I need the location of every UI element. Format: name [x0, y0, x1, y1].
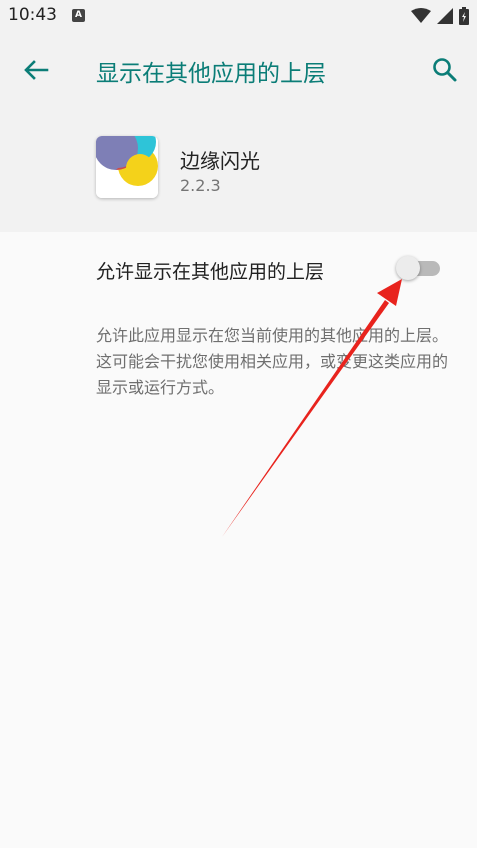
screen: 10:43 A 显示在其他应用的上层 边缘闪光 2.2.3 允许显示在其他应用的…: [0, 0, 477, 848]
allow-overlay-toggle[interactable]: [394, 256, 444, 281]
setting-description: 允许此应用显示在您当前使用的其他应用的上层。这可能会干扰您使用相关应用，或变更这…: [96, 326, 449, 397]
status-time: 10:43: [8, 5, 57, 25]
search-icon: [433, 58, 457, 82]
app-name: 边缘闪光: [180, 149, 260, 173]
app-version: 2.2.3: [180, 176, 221, 195]
page-title: 显示在其他应用的上层: [96, 61, 326, 87]
app-info-header: 边缘闪光 2.2.3: [0, 108, 477, 232]
signal-icon: [437, 8, 453, 24]
allow-overlay-setting-row[interactable]: 允许显示在其他应用的上层: [0, 232, 477, 304]
app-icon: [96, 136, 158, 198]
status-bar: 10:43 A: [0, 0, 477, 32]
battery-icon: [459, 7, 469, 25]
a-icon: A: [72, 9, 85, 22]
app-logo-icon: [96, 136, 158, 198]
arrow-left-icon: [24, 60, 49, 80]
wifi-icon: [411, 8, 431, 23]
back-button[interactable]: [16, 52, 56, 88]
app-bar: 显示在其他应用的上层: [0, 32, 477, 108]
status-icons: [411, 6, 469, 26]
setting-label: 允许显示在其他应用的上层: [96, 261, 325, 283]
toggle-thumb: [396, 256, 420, 280]
search-button[interactable]: [427, 52, 463, 88]
